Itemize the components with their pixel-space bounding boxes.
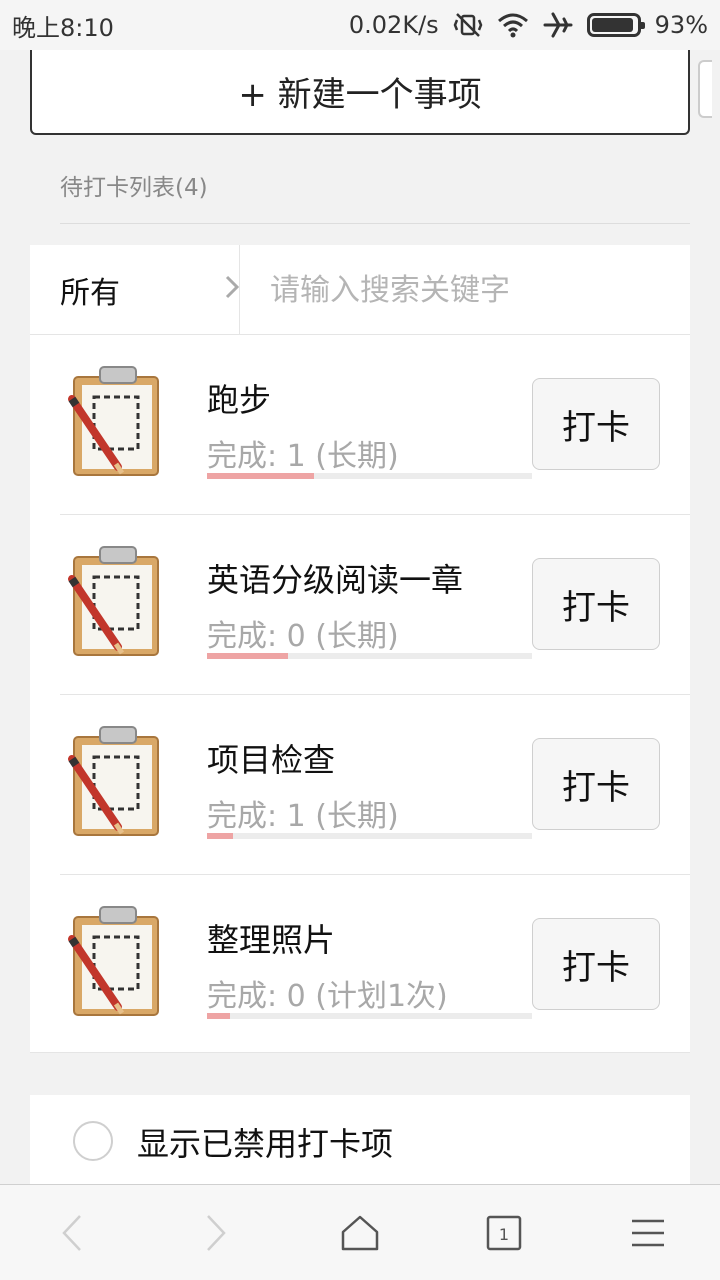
progress-fill: [207, 473, 315, 479]
side-panel-handle[interactable]: [698, 60, 712, 118]
progress-bar: [207, 833, 532, 839]
battery-percent: 93%: [654, 11, 708, 39]
item-status: 完成: 0 (计划1次): [207, 979, 448, 1014]
new-item-button[interactable]: + 新建一个事项: [30, 50, 690, 135]
checkin-button[interactable]: 打卡: [532, 558, 660, 650]
wifi-icon: [497, 12, 529, 38]
list-item: 整理照片 完成: 0 (计划1次) 打卡: [30, 875, 690, 1055]
item-status: 完成: 1 (长期): [207, 799, 399, 834]
list-item: 跑步 完成: 1 (长期) 打卡: [30, 335, 690, 515]
list-item: 项目检查 完成: 1 (长期) 打卡: [30, 695, 690, 875]
show-disabled-label: 显示已禁用打卡项: [137, 1125, 394, 1163]
status-indicators: 0.02K/s 93%: [349, 11, 708, 39]
section-title: 待打卡列表(4): [60, 175, 208, 201]
section-divider: [60, 223, 690, 224]
progress-bar: [207, 653, 532, 659]
vibrate-off-icon: [453, 11, 483, 39]
clipboard-icon: [68, 366, 159, 476]
forward-icon: [207, 1215, 226, 1251]
show-disabled-toggle[interactable]: 显示已禁用打卡项: [30, 1095, 690, 1185]
tabs-button[interactable]: 1: [432, 1185, 576, 1280]
filter-divider: [239, 245, 240, 335]
bottom-nav: 1: [0, 1184, 720, 1280]
status-bar: 晚上8:10 0.02K/s 93%: [0, 0, 720, 50]
item-status: 完成: 1 (长期): [207, 439, 399, 474]
checkin-button[interactable]: 打卡: [532, 378, 660, 470]
checkin-button[interactable]: 打卡: [532, 738, 660, 830]
item-title: 英语分级阅读一章: [207, 561, 464, 599]
tabs-icon: 1: [486, 1215, 522, 1251]
network-speed: 0.02K/s: [348, 11, 439, 39]
clipboard-icon: [68, 906, 159, 1016]
radio-button[interactable]: [73, 1121, 113, 1161]
progress-fill: [207, 1013, 230, 1019]
search-input[interactable]: [270, 263, 670, 317]
category-filter-value: 所有: [60, 276, 120, 311]
item-title: 整理照片: [207, 921, 336, 959]
airplane-icon: [543, 11, 573, 39]
checkin-list: 跑步 完成: 1 (长期) 打卡 英语分级阅读一章 完成: 0 (长期) 打卡: [30, 335, 690, 1053]
category-filter[interactable]: 所有: [60, 245, 240, 335]
home-icon: [341, 1215, 379, 1251]
forward-button[interactable]: [144, 1185, 288, 1280]
item-status: 完成: 0 (长期): [207, 619, 399, 654]
menu-button[interactable]: [576, 1185, 720, 1280]
chevron-right-icon: [224, 273, 240, 308]
clipboard-icon: [68, 726, 159, 836]
back-icon: [62, 1215, 81, 1251]
progress-fill: [207, 833, 233, 839]
clipboard-icon: [68, 546, 159, 656]
filter-search-bar: 所有: [30, 245, 690, 335]
item-title: 跑步: [207, 381, 272, 419]
status-time: 晚上8:10: [12, 13, 114, 42]
checkin-button[interactable]: 打卡: [532, 918, 660, 1010]
progress-fill: [207, 653, 289, 659]
tab-count: 1: [499, 1225, 509, 1244]
list-item: 英语分级阅读一章 完成: 0 (长期) 打卡: [30, 515, 690, 695]
back-button[interactable]: [0, 1185, 144, 1280]
progress-bar: [207, 473, 532, 479]
battery-icon: [586, 13, 645, 37]
menu-icon: [632, 1219, 664, 1247]
progress-bar: [207, 1013, 532, 1019]
home-button[interactable]: [288, 1185, 432, 1280]
item-title: 项目检查: [207, 741, 336, 779]
